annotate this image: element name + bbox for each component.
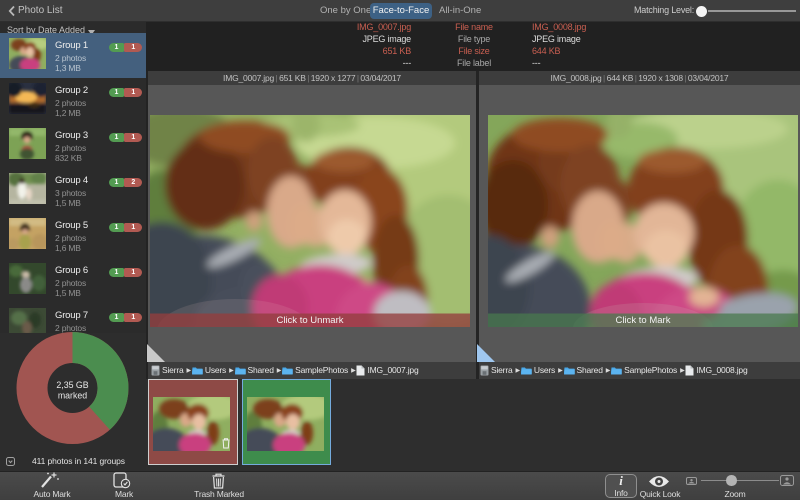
- svg-text:marked: marked: [58, 391, 87, 401]
- svg-text:Click to Mark: Click to Mark: [616, 315, 671, 326]
- svg-text:Click to Unmark: Click to Unmark: [276, 315, 343, 326]
- svg-text:2,35 GB: 2,35 GB: [56, 380, 88, 390]
